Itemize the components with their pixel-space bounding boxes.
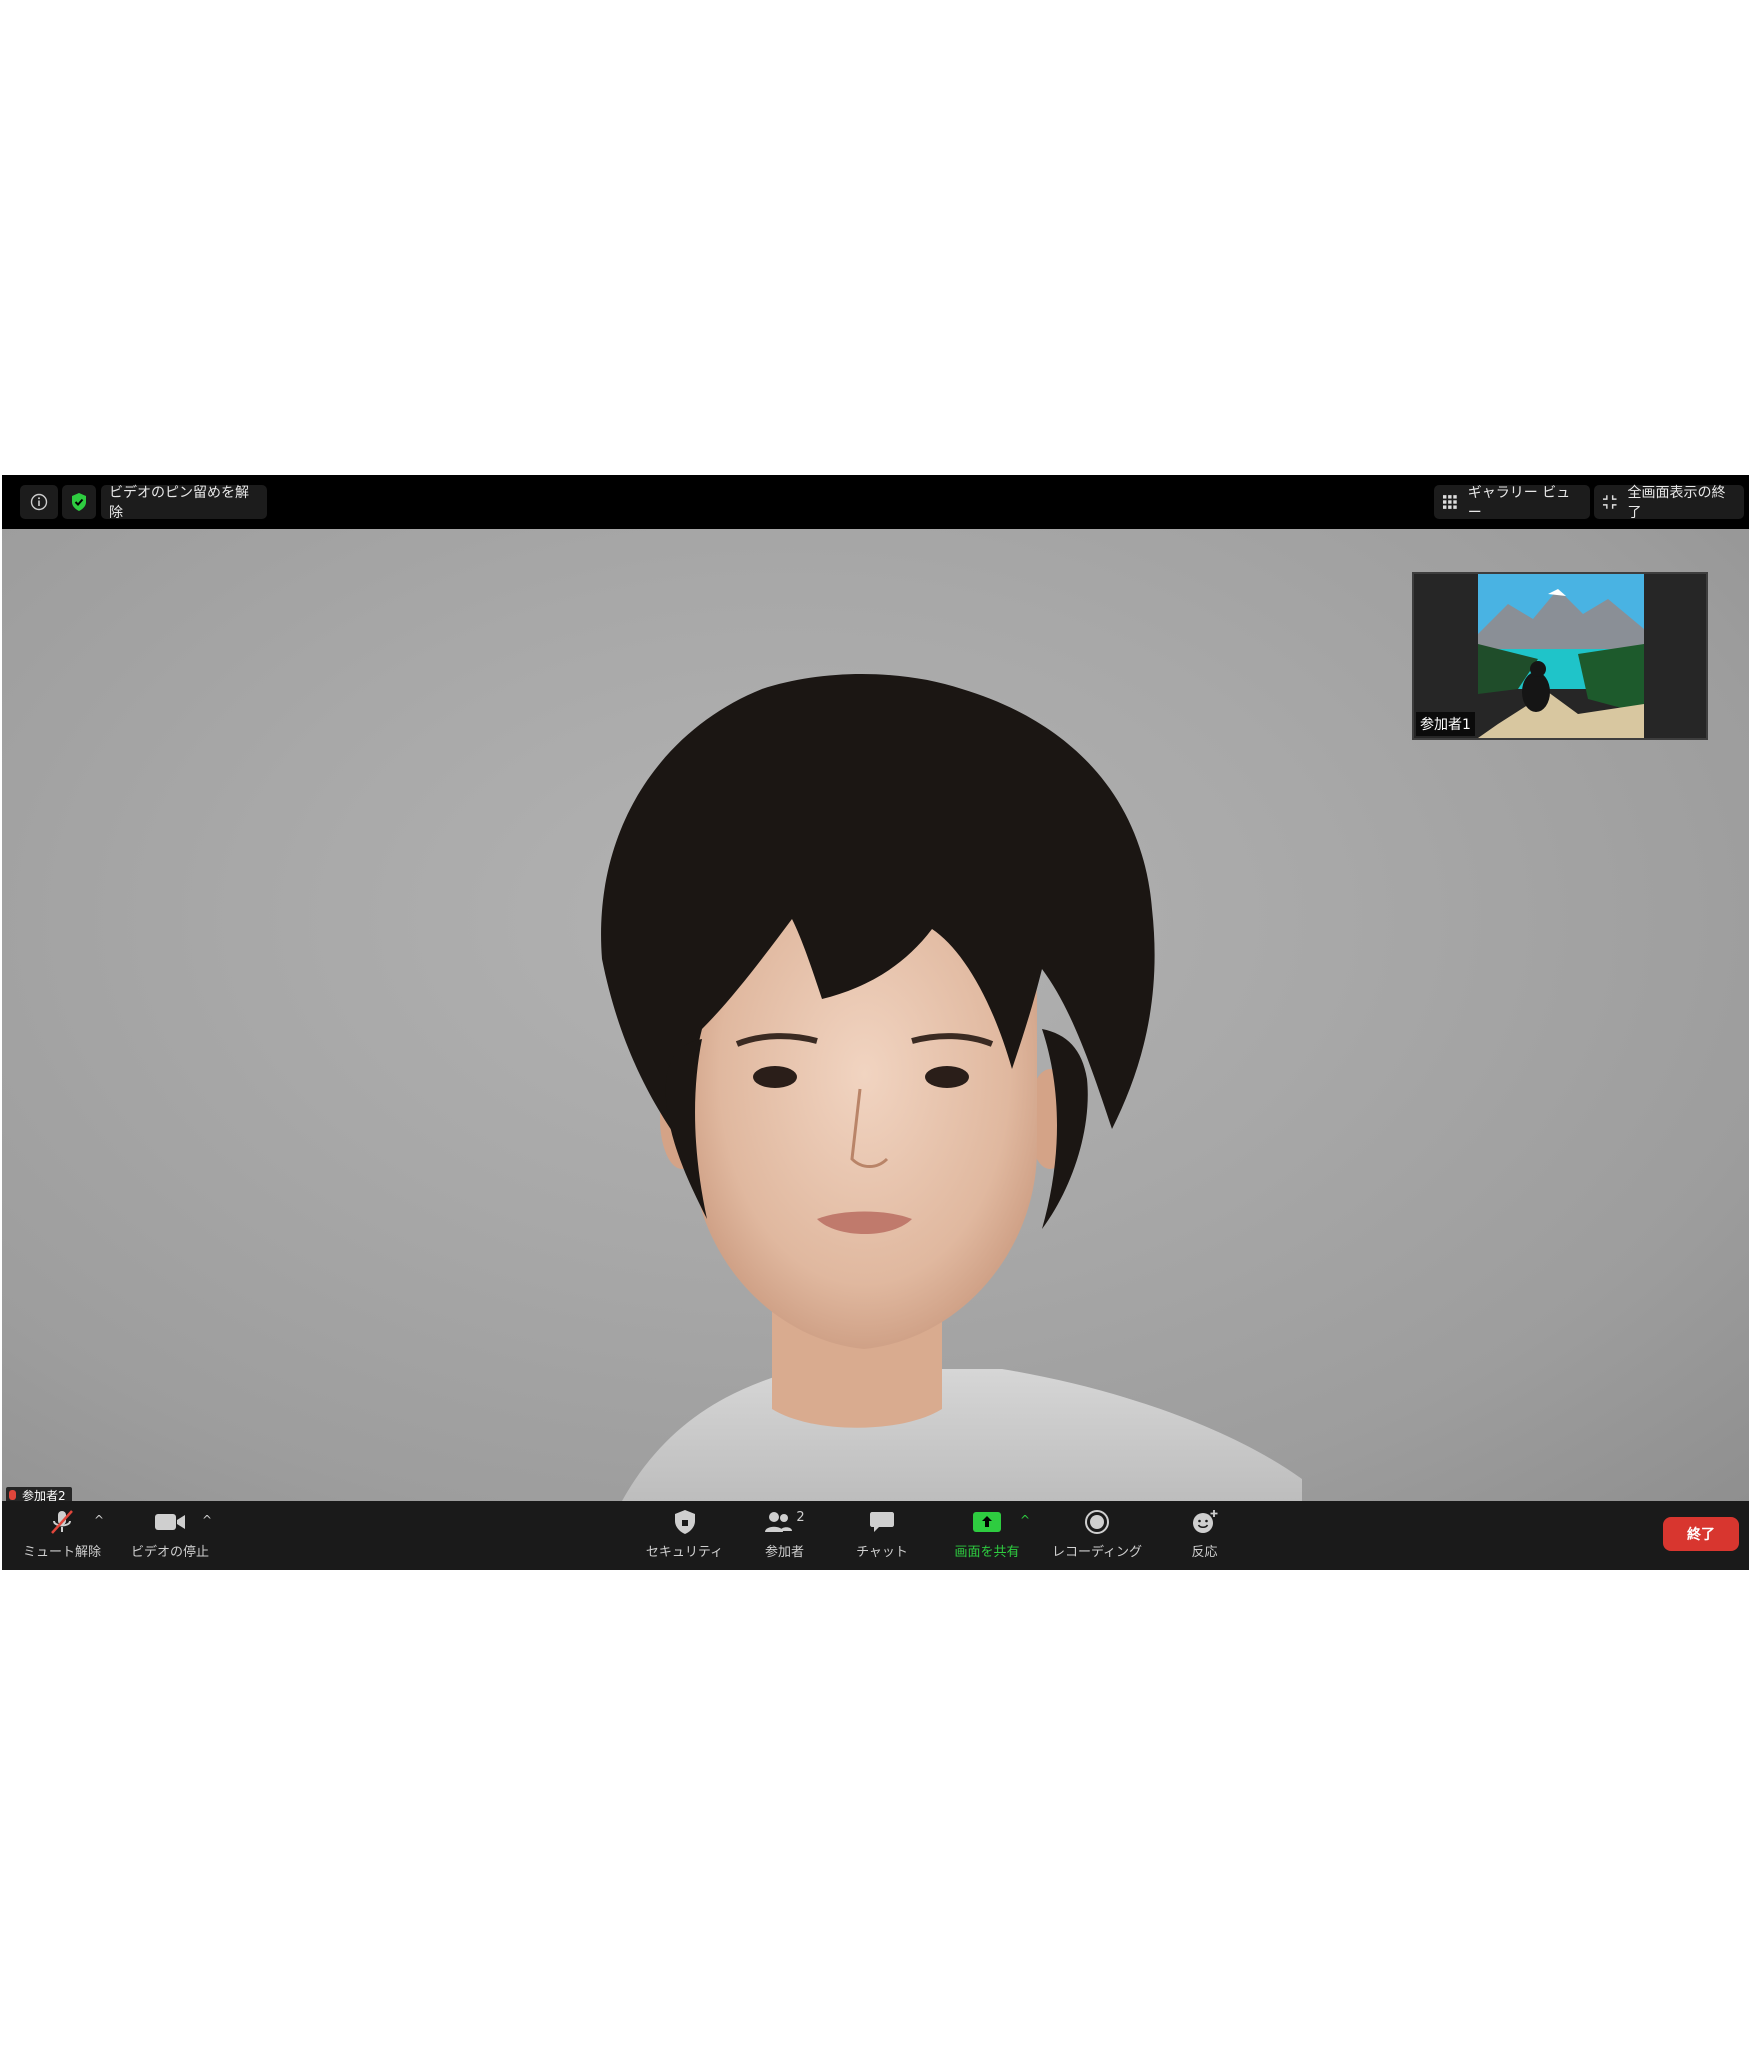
- encryption-button[interactable]: [62, 485, 96, 519]
- meeting-info-button[interactable]: [20, 485, 58, 519]
- participants-icon: [765, 1512, 793, 1532]
- chat-button[interactable]: チャット: [842, 1507, 922, 1565]
- share-screen-label: 画面を共有: [954, 1545, 1020, 1560]
- audio-options-chevron-icon[interactable]: ^: [94, 1513, 104, 1527]
- end-meeting-button[interactable]: 終了: [1663, 1517, 1739, 1551]
- share-screen-icon: [973, 1512, 1001, 1532]
- participant-thumbnail[interactable]: 参加者1: [1412, 572, 1708, 740]
- unpin-video-label: ビデオのピン留めを解除: [109, 485, 249, 521]
- end-meeting-label: 終了: [1687, 1527, 1715, 1543]
- security-shield-icon: [674, 1510, 695, 1534]
- top-bar: ビデオのピン留めを解除 ギャラリー ビュー 全画面表示の終了: [2, 475, 1749, 529]
- record-icon: [1085, 1510, 1109, 1534]
- record-label: レコーディング: [1051, 1545, 1143, 1560]
- exit-fullscreen-icon: [1602, 495, 1617, 509]
- video-options-chevron-icon[interactable]: ^: [202, 1513, 212, 1527]
- thumbnail-video-image: [1478, 574, 1644, 738]
- participants-button[interactable]: 2 参加者: [747, 1507, 822, 1565]
- muted-microphone-icon: [51, 1510, 73, 1534]
- info-icon: [30, 493, 48, 511]
- security-button[interactable]: セキュリティ: [632, 1507, 737, 1565]
- record-button[interactable]: レコーディング: [1047, 1507, 1147, 1565]
- chat-label: チャット: [856, 1545, 908, 1560]
- reaction-smiley-icon: [1192, 1510, 1217, 1533]
- reactions-label: 反応: [1191, 1545, 1218, 1560]
- exit-fullscreen-button[interactable]: 全画面表示の終了: [1594, 485, 1744, 521]
- thumbnail-participant-label: 参加者1: [1416, 712, 1475, 736]
- chat-bubble-icon: [870, 1512, 894, 1532]
- meeting-window: ビデオのピン留めを解除 ギャラリー ビュー 全画面表示の終了 参加者2 参加者1…: [2, 475, 1749, 1570]
- shield-check-icon: [72, 493, 86, 511]
- unmute-label: ミュート解除: [22, 1545, 101, 1560]
- grid-icon: [1442, 495, 1457, 509]
- muted-mic-icon: [9, 1490, 16, 1500]
- video-camera-icon: [155, 1514, 185, 1530]
- unpin-video-button[interactable]: ビデオのピン留めを解除: [101, 485, 267, 521]
- main-participant-label: 参加者2: [6, 1487, 72, 1501]
- reactions-button[interactable]: 反応: [1167, 1507, 1242, 1565]
- gallery-view-button[interactable]: ギャラリー ビュー: [1434, 485, 1590, 521]
- exit-fullscreen-label: 全画面表示の終了: [1627, 485, 1726, 521]
- participants-label: 参加者: [764, 1545, 804, 1560]
- meeting-toolbar: ミュート解除 ^ ビデオの停止 ^ セキュリティ 2 参加者 チャット 画面を共…: [2, 1501, 1749, 1570]
- gallery-view-label: ギャラリー ビュー: [1467, 485, 1571, 521]
- participants-count: 2: [796, 1509, 805, 1525]
- stop-video-label: ビデオの停止: [130, 1545, 209, 1560]
- share-screen-button[interactable]: 画面を共有: [947, 1507, 1027, 1565]
- share-options-chevron-icon[interactable]: ^: [1020, 1513, 1030, 1527]
- security-label: セキュリティ: [645, 1545, 724, 1560]
